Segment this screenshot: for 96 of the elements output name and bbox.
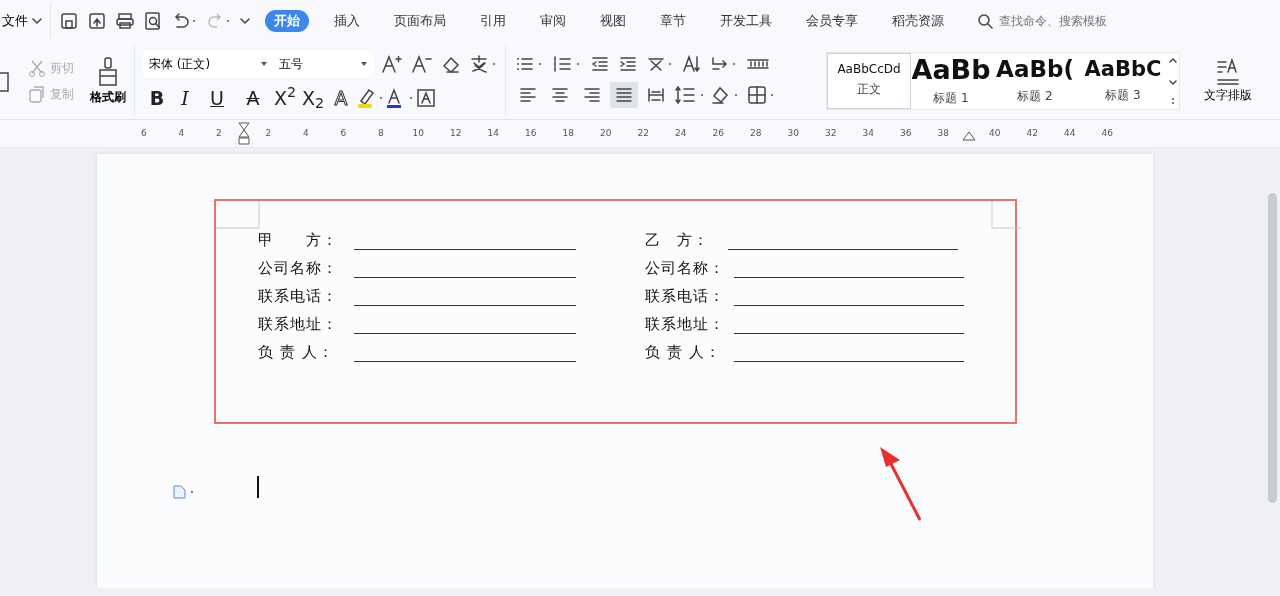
ruler-number: 4 [301,126,310,140]
align-left-icon [519,85,537,104]
alignment-button[interactable] [610,81,638,108]
ruler-number: 38 [936,126,950,140]
line-spacing-icon[interactable] [674,83,706,106]
font-select[interactable]: 宋体 (正文) [143,50,273,77]
field-label: 联系地址： [645,315,726,334]
menu-tab[interactable]: 页面布局 [385,10,455,32]
field-label: 联系地址： [258,315,339,334]
format-button[interactable]: X$^{2}$ [271,84,299,111]
menu-tab[interactable]: 视图 [591,10,635,32]
scissors-icon [28,58,46,77]
ruler-number: 36 [899,126,913,140]
ruler-number: 32 [824,126,838,140]
numbered-list-icon[interactable] [552,53,582,74]
field-label: 联系电话： [645,287,726,306]
export-icon[interactable] [87,11,107,31]
menu-tab[interactable]: 开发工具 [711,10,781,32]
chevron-down-icon [32,17,42,25]
ruler-number: 16 [524,126,538,140]
paragraph-icon[interactable] [172,484,194,500]
menu-tab[interactable]: 会员专享 [797,10,867,32]
ruler-number: 44 [1063,126,1077,140]
ruler-number: 40 [988,126,1002,140]
sort-icon[interactable] [682,53,702,74]
ruler-number: 8 [376,126,385,140]
ruler-number: 10 [411,126,425,140]
field-label: 乙 方： [645,231,710,250]
search-field[interactable]: 查找命令、搜索模板 [997,11,1147,31]
text-layout-icon [1215,57,1241,86]
menu-tab[interactable]: 审阅 [531,10,575,32]
corner-mark-icon [991,201,1021,229]
highlighter-icon[interactable] [355,86,385,109]
menu-tab[interactable]: 插入 [325,10,369,32]
corner-mark-icon [216,201,260,229]
text-layout-button[interactable]: 文字排版 [1204,57,1252,104]
font-color-icon[interactable] [385,86,415,109]
style-preset[interactable]: AaBbC 标题 3 [1079,52,1167,109]
ruler-number: 20 [599,126,613,140]
text-cursor [257,476,259,498]
ruler-number: 28 [749,126,763,140]
ruler-number: 18 [561,126,575,140]
ruler-number: 6 [339,126,348,140]
ruler-number: 6 [139,126,148,140]
indent-marker-icon[interactable] [237,121,250,146]
menu-tab[interactable]: 开始 [265,10,309,32]
ruler-number: 2 [264,126,273,140]
format-button[interactable]: B [143,84,171,111]
arrow-icon [878,446,924,522]
ruler-number: 46 [1100,126,1114,140]
menu-tab[interactable]: 引用 [471,10,515,32]
copy-icon [28,84,46,103]
caret-icon [261,61,267,66]
field-label: 公司名称： [258,259,339,278]
ruler-number: 22 [636,126,650,140]
ruler-number: 14 [486,126,500,140]
field-label: 公司名称： [645,259,726,278]
format-button[interactable]: X$_{2}$ [299,84,327,111]
dropdown-icon[interactable] [239,15,251,27]
ruler-number: 24 [674,126,688,140]
ruler-number: 26 [711,126,725,140]
format-button[interactable]: I [171,84,199,111]
shrink-font-icon[interactable] [411,53,433,74]
grow-font-icon[interactable] [381,53,403,74]
ruler-number: 30 [786,126,800,140]
phonetic-guide-icon[interactable] [469,53,497,74]
align-right-icon [583,85,601,104]
style-preset[interactable]: AaBb 标题 1 [911,52,991,109]
format-button[interactable]: A [235,84,271,111]
format-button[interactable]: U [199,84,235,111]
align-center-icon [551,85,569,104]
style-preset[interactable]: AaBbCcDd 正文 [827,52,911,109]
style-preset[interactable]: AaBb( 标题 2 [991,52,1079,109]
caret-icon [361,61,367,66]
field-label: 甲 方： [258,231,339,250]
field-label: 负 责 人： [258,343,335,362]
distributed-icon [647,85,665,104]
save-icon[interactable] [59,11,79,31]
ruler-number: 4 [177,126,186,140]
menu-tab[interactable]: 章节 [651,10,695,32]
ruler-number: 34 [861,126,875,140]
justify-icon [615,85,633,104]
file-menu[interactable]: 文件 [2,11,42,31]
format-painter-button[interactable]: 格式刷 [90,55,126,106]
print-preview-icon[interactable] [143,11,163,31]
ruler-number: 42 [1025,126,1039,140]
menu-tab[interactable]: 稻壳资源 [883,10,953,32]
character-border-icon[interactable] [415,86,437,109]
scrollbar[interactable] [1268,193,1277,503]
font-size-select[interactable]: 五号 [273,50,373,77]
ruler-number: 2 [214,126,223,140]
ruler-number: 12 [449,126,463,140]
print-icon[interactable] [115,11,135,31]
field-label: 联系电话： [258,287,339,306]
search-icon[interactable] [977,13,993,29]
field-label: 负 责 人： [645,343,722,362]
